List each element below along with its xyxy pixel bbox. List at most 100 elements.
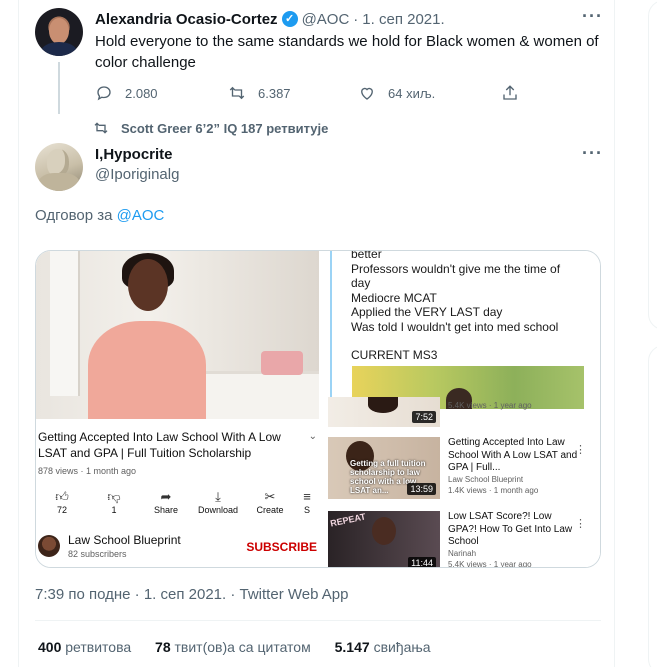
recommendations-panel: 7:52 5.4K views · 1 year ago Getting a f… — [324, 397, 600, 567]
more-vertical-icon: ⋮ — [575, 518, 586, 530]
thumb-caption: REPEAT — [329, 511, 367, 529]
parent-tweet-text: Hold everyone to the same standards we h… — [95, 33, 599, 71]
thumbs-up-icon: 👍︎ — [55, 489, 69, 504]
quotes-stat-label: твит(ов)а са цитатом — [174, 639, 311, 655]
recommendation-channel: Law School Blueprint — [448, 475, 524, 484]
quotes-stat[interactable]: 78 твит(ов)а са цитатом — [155, 639, 311, 655]
retweet-icon — [229, 86, 245, 100]
recommendation-thumbnail: 7:52 — [328, 397, 440, 427]
retweeted-by-banner[interactable]: Scott Greer 6’2” IQ 187 ретвитује — [93, 120, 328, 136]
column-border-right — [614, 0, 615, 667]
channel-avatar — [38, 535, 60, 557]
recommendation-item: REPEAT 11:44 Low LSAT Score?! Low GPA?! … — [328, 511, 600, 567]
recommendation-meta: 5.4K views · 1 year ago — [448, 560, 532, 568]
avatar[interactable] — [35, 8, 83, 56]
video-person-body — [88, 321, 206, 419]
save-icon: ≡ — [303, 489, 311, 504]
avatar[interactable] — [35, 143, 83, 191]
video-dislike-count: 1 — [111, 505, 117, 515]
sidebar-card — [648, 0, 657, 330]
retweeted-by-text: Scott Greer 6’2” IQ 187 ретвитује — [121, 120, 329, 136]
retweets-stat-count: 400 — [38, 639, 62, 655]
notes-text: better Professors wouldn't give me the t… — [351, 251, 600, 363]
reply-button[interactable]: 2.080 — [95, 83, 158, 103]
notes-line: Applied the VERY LAST day — [351, 305, 503, 319]
avatar-face — [49, 18, 69, 44]
author-name[interactable]: Alexandria Ocasio-Cortez — [95, 11, 278, 28]
retweets-stat-label: ретвитова — [65, 639, 132, 655]
video-like-count: 72 — [56, 505, 67, 515]
notes-line: Was told I wouldn't get into med school — [351, 319, 559, 334]
sidebar-card — [648, 345, 657, 667]
notes-line: Mediocre MCAT — [351, 290, 437, 305]
video-save-label: S — [303, 505, 310, 515]
like-button[interactable]: 64 хиљ. — [358, 83, 435, 103]
video-duration: 7:52 — [412, 411, 436, 423]
verified-badge-icon: ✓ — [281, 11, 298, 27]
recommendation-title: Getting Accepted Into Law School With A … — [448, 437, 578, 473]
video-download: ⤓ Download — [192, 489, 244, 515]
thumbs-down-icon: 👎︎ — [107, 489, 121, 504]
video-duration: 13:59 — [407, 483, 436, 495]
recommendation-thumbnail: REPEAT 11:44 — [328, 511, 440, 567]
like-count: 64 хиљ. — [388, 85, 436, 101]
more-vertical-icon: ⋮ — [575, 444, 586, 456]
tweet-media[interactable]: Getting Accepted Into Law School With A … — [35, 250, 601, 568]
video-frame — [36, 251, 319, 419]
channel-subscribers: 82 subscribers — [68, 549, 127, 559]
retweet-count: 6.387 — [258, 85, 291, 101]
video-duration: 11:44 — [408, 557, 436, 567]
video-bg-door — [50, 251, 80, 396]
video-download-label: Download — [197, 505, 239, 515]
share-button[interactable] — [501, 83, 531, 103]
create-icon: ✂ — [264, 489, 276, 504]
recommendation-meta: 5.4K views · 1 year ago — [448, 401, 532, 410]
channel-name: Law School Blueprint — [68, 533, 181, 547]
thumb-person — [368, 397, 398, 413]
reply-context: Одговор за @AOC — [35, 207, 164, 224]
recommendation-title: Low LSAT Score?! Low GPA?! How To Get In… — [448, 511, 573, 547]
divider — [35, 620, 601, 621]
quotes-stat-count: 78 — [155, 639, 171, 655]
recommendation-meta: 1.4K views · 1 month ago — [448, 486, 539, 495]
reply-icon — [97, 86, 111, 101]
parent-tweet-header: Alexandria Ocasio-Cortez ✓ @AOC · 1. сеп… — [95, 9, 445, 29]
likes-stat-label: свиђања — [373, 639, 431, 655]
avatar-shirt — [41, 42, 77, 56]
video-title: Getting Accepted Into Law School With A … — [38, 430, 281, 460]
recommendation-channel: Narinah — [448, 549, 477, 558]
download-icon: ⤓ — [215, 489, 221, 504]
retweet-icon — [94, 122, 108, 134]
author-name[interactable]: I,Hypocrite — [95, 146, 173, 163]
reply-prefix: Одговор за — [35, 207, 113, 224]
video-like: 👍︎ 72 — [36, 489, 88, 515]
likes-stat[interactable]: 5.147 свиђања — [335, 639, 431, 655]
tweet-date[interactable]: 1. сеп 2021. — [362, 11, 444, 28]
recommendation-item: 7:52 5.4K views · 1 year ago — [328, 397, 600, 427]
more-options-icon[interactable]: ··· — [582, 143, 603, 164]
video-save: ≡ S — [292, 489, 322, 515]
more-options-icon[interactable]: ··· — [582, 6, 603, 27]
subscribe-label: SUBSCRIBE — [246, 540, 317, 554]
video-person-head — [128, 259, 168, 311]
video-bg-desk — [206, 371, 319, 419]
video-create: ✂ Create — [244, 489, 296, 515]
reply-mention-link[interactable]: @AOC — [117, 207, 165, 224]
column-border-left — [18, 0, 19, 667]
author-handle[interactable]: @Iporiginalg — [95, 166, 179, 183]
share-icon — [503, 85, 517, 100]
video-bg-bag — [261, 351, 303, 375]
separator-dot: · — [353, 10, 359, 28]
thread-connector — [58, 62, 60, 114]
retweets-stat[interactable]: 400 ретвитова — [38, 639, 131, 655]
video-create-label: Create — [256, 505, 284, 515]
tweet-stats: 400 ретвитова 78 твит(ов)а са цитатом 5.… — [38, 639, 451, 655]
author-handle[interactable]: @AOC — [302, 11, 350, 28]
chevron-down-icon: ⌄ — [308, 431, 317, 442]
tweet-timestamp[interactable]: 7:39 по подне · 1. сеп 2021. · Twitter W… — [35, 586, 348, 603]
retweet-button[interactable]: 6.387 — [228, 83, 291, 103]
notes-and-recommendations-screenshot: better Professors wouldn't give me the t… — [324, 251, 600, 567]
youtube-video-screenshot: Getting Accepted Into Law School With A … — [36, 251, 322, 567]
video-dislike: 👎︎ 1 — [88, 489, 140, 515]
notes-heading: CURRENT MS3 — [351, 348, 438, 362]
